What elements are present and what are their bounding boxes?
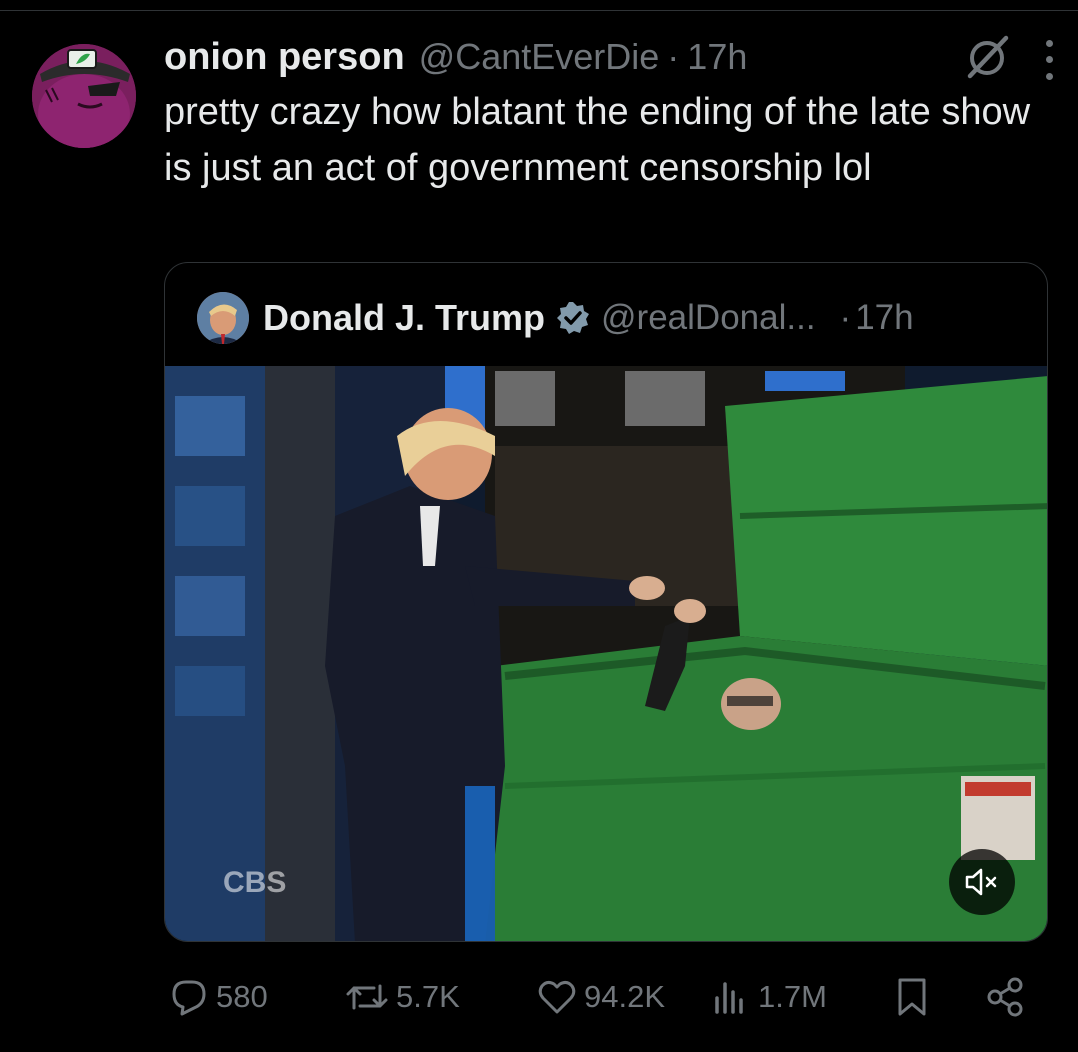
quote-time[interactable]: 17h (855, 298, 913, 338)
mute-button[interactable] (949, 849, 1015, 915)
reply-button[interactable]: 580 (168, 970, 268, 1024)
like-button[interactable]: 94.2K (536, 970, 665, 1024)
action-bar: 580 5.7K 94.2K 1.7M (164, 970, 1044, 1024)
quote-video[interactable]: CBS (165, 366, 1047, 941)
separator-dot: · (667, 36, 680, 77)
repost-count: 5.7K (396, 979, 460, 1014)
quote-card[interactable]: Donald J. Trump @realDonal... · 17h CBS (164, 262, 1048, 942)
quote-author-handle[interactable]: @realDonal... (601, 298, 816, 338)
quote-header: Donald J. Trump @realDonal... · 17h (197, 289, 914, 347)
quote-avatar[interactable] (197, 292, 249, 344)
video-frame (165, 366, 1047, 941)
like-icon (538, 980, 576, 1014)
quote-separator-dot: · (839, 298, 852, 337)
tweet-text: pretty crazy how blatant the ending of t… (164, 91, 1031, 189)
share-icon (987, 977, 1023, 1017)
more-icon[interactable] (1044, 39, 1054, 80)
author-name[interactable]: onion person (164, 36, 405, 79)
quote-author-name[interactable]: Donald J. Trump (263, 297, 545, 339)
tweet-time[interactable]: 17h (687, 36, 747, 78)
repost-button[interactable]: 5.7K (344, 970, 460, 1024)
header-icons (964, 34, 1054, 85)
reply-count: 580 (216, 979, 268, 1014)
grok-icon[interactable] (964, 34, 1010, 85)
views-button[interactable]: 1.7M (710, 970, 827, 1024)
repost-icon (346, 984, 388, 1010)
bookmark-icon (898, 978, 926, 1016)
reply-icon (172, 980, 206, 1016)
mute-icon (965, 868, 997, 896)
tweet-header: onion person @CantEverDie · 17h (164, 32, 1044, 82)
avatar[interactable] (32, 44, 136, 148)
author-handle[interactable]: @CantEverDie (419, 36, 660, 78)
verified-icon (557, 302, 590, 334)
top-divider (0, 10, 1078, 11)
share-button[interactable] (984, 970, 1032, 1024)
cbs-watermark: CBS (223, 866, 287, 899)
views-icon (715, 982, 743, 1014)
avatar-image (32, 44, 136, 148)
views-count: 1.7M (758, 979, 827, 1014)
bookmark-button[interactable] (892, 970, 938, 1024)
like-count: 94.2K (584, 979, 666, 1014)
